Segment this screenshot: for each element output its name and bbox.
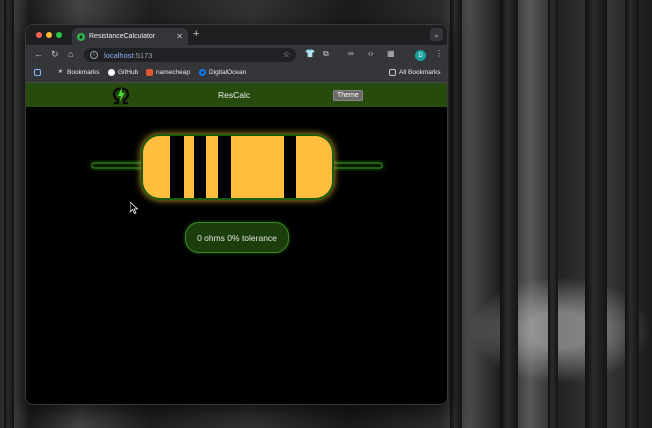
tree-trunk <box>450 0 462 428</box>
tree-trunk <box>548 0 558 428</box>
address-bar[interactable]: i localhost:5173 ☆ <box>84 48 296 62</box>
tab-search-chevron-icon[interactable]: ⌄ <box>430 28 443 41</box>
close-window-button[interactable] <box>36 32 42 38</box>
resistor-graphic <box>91 134 383 200</box>
github-icon <box>108 69 115 76</box>
tab-title: ResistanceCalculator <box>89 33 156 40</box>
bookmarks-bar: ★ Bookmarks GitHub namecheap DigitalOcean… <box>26 65 447 83</box>
resistor-band-3[interactable] <box>218 136 231 198</box>
apps-grid-icon[interactable] <box>34 69 44 76</box>
code-icon[interactable]: ‹› <box>368 49 373 58</box>
maximize-window-button[interactable] <box>56 32 62 38</box>
home-icon[interactable]: ⌂ <box>68 49 73 59</box>
app-main: 0 ohms 0% tolerance <box>26 107 447 404</box>
site-info-icon[interactable]: i <box>90 51 98 59</box>
resistor-band-4[interactable] <box>284 136 296 198</box>
rescalc-logo-icon[interactable] <box>110 85 132 105</box>
tab-resistance-calculator[interactable]: ResistanceCalculator ✕ <box>72 28 188 45</box>
extension-shirt-icon[interactable]: 👕 <box>305 49 315 58</box>
star-icon: ★ <box>57 69 64 75</box>
app-title[interactable]: ResCalc <box>218 90 250 100</box>
back-arrow-icon[interactable]: ← <box>34 49 43 59</box>
bookmark-item[interactable]: ★ Bookmarks <box>57 69 100 76</box>
profile-avatar[interactable]: D <box>415 50 426 61</box>
puzzle-extensions-icon[interactable]: ⧉ <box>323 49 329 59</box>
tab-close-icon[interactable]: ✕ <box>176 32 183 41</box>
theme-toggle-button[interactable]: Theme <box>333 90 363 101</box>
browser-toolbar: ← ↻ ⌂ i localhost:5173 ☆ 👕 ⧉ ∞ ‹› ▦ D ⋮ <box>26 45 447 65</box>
tab-strip: ResistanceCalculator ✕ + ⌄ <box>26 25 447 45</box>
resistance-result: 0 ohms 0% tolerance <box>185 222 289 253</box>
qr-icon[interactable]: ▦ <box>387 49 395 58</box>
app-navbar: ResCalc Theme <box>26 83 447 107</box>
bookmark-item[interactable]: GitHub <box>108 69 138 76</box>
url-text: localhost:5173 <box>104 50 153 60</box>
resistor-lead-right <box>331 162 383 169</box>
tree-trunk <box>4 0 14 428</box>
bookmark-item[interactable]: DigitalOcean <box>199 69 246 76</box>
mouse-cursor-icon <box>130 202 138 214</box>
all-bookmarks[interactable]: All Bookmarks <box>389 69 441 76</box>
bookmark-item[interactable]: namecheap <box>146 69 190 76</box>
new-tab-button[interactable]: + <box>193 28 199 40</box>
folder-icon <box>389 69 396 76</box>
resistor-band-2[interactable] <box>194 136 206 198</box>
tree-trunk <box>585 0 607 428</box>
tree-trunk <box>625 0 639 428</box>
link-icon[interactable]: ∞ <box>348 49 354 58</box>
namecheap-icon <box>146 69 153 76</box>
tree-trunk <box>500 0 518 428</box>
resistor-lead-left <box>91 162 145 169</box>
reload-icon[interactable]: ↻ <box>51 49 59 60</box>
bookmark-star-icon[interactable]: ☆ <box>283 50 290 59</box>
menu-kebab-icon[interactable]: ⋮ <box>435 49 443 58</box>
digitalocean-icon <box>199 69 206 76</box>
minimize-window-button[interactable] <box>46 32 52 38</box>
app-favicon-icon <box>77 32 85 41</box>
browser-window: ResistanceCalculator ✕ + ⌄ ← ↻ ⌂ i local… <box>25 24 448 405</box>
resistor-band-1[interactable] <box>170 136 184 198</box>
